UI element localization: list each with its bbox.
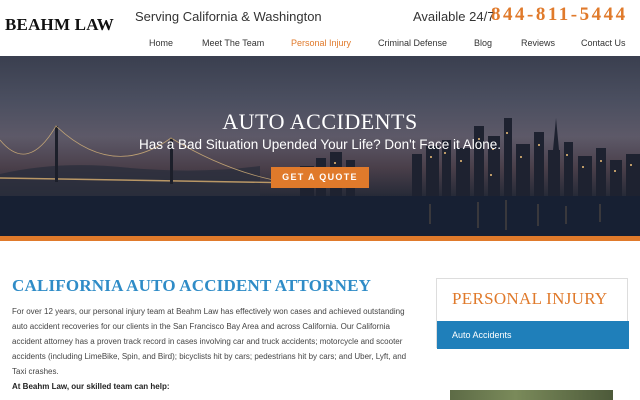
page-title: CALIFORNIA AUTO ACCIDENT ATTORNEY <box>12 276 372 295</box>
hero-subtitle: Has a Bad Situation Upended Your Life? D… <box>138 137 502 152</box>
availability-text: Available 24/7 <box>413 9 495 24</box>
hero-title: AUTO ACCIDENTS <box>222 109 418 134</box>
sidebar-title: PERSONAL INJURY <box>452 289 608 308</box>
nav-item-blog[interactable]: Blog <box>474 38 492 48</box>
nav-item-contact-us[interactable]: Contact Us <box>581 38 626 48</box>
nav-item-criminal-defense[interactable]: Criminal Defense <box>378 38 447 48</box>
header-tagline: Serving California & Washington <box>135 9 322 24</box>
phone-number-link[interactable]: 844-811-5444 <box>491 4 628 26</box>
sidebar-practice-menu: PERSONAL INJURY Auto Accidents <box>436 278 629 349</box>
hero-divider <box>0 236 640 241</box>
site-logo[interactable]: BEAHM LAW <box>5 15 114 35</box>
hero-banner: AUTO ACCIDENTS Has a Bad Situation Upend… <box>0 56 640 236</box>
nav-item-reviews[interactable]: Reviews <box>521 38 555 48</box>
main-nav: Home Meet The Team Personal Injury Crimi… <box>0 38 640 52</box>
intro-paragraph: For over 12 years, our personal injury t… <box>12 307 407 376</box>
nav-item-personal-injury[interactable]: Personal Injury <box>291 38 351 48</box>
nav-item-home[interactable]: Home <box>149 38 173 48</box>
get-a-quote-button[interactable]: GET A QUOTE <box>271 167 369 188</box>
sidebar-image <box>450 390 613 400</box>
sidebar-item-auto-accidents[interactable]: Auto Accidents <box>437 321 629 349</box>
nav-item-meet-the-team[interactable]: Meet The Team <box>202 38 264 48</box>
help-heading: At Beahm Law, our skilled team can help: <box>12 382 170 391</box>
site-header: BEAHM LAW Serving California & Washingto… <box>0 0 640 56</box>
